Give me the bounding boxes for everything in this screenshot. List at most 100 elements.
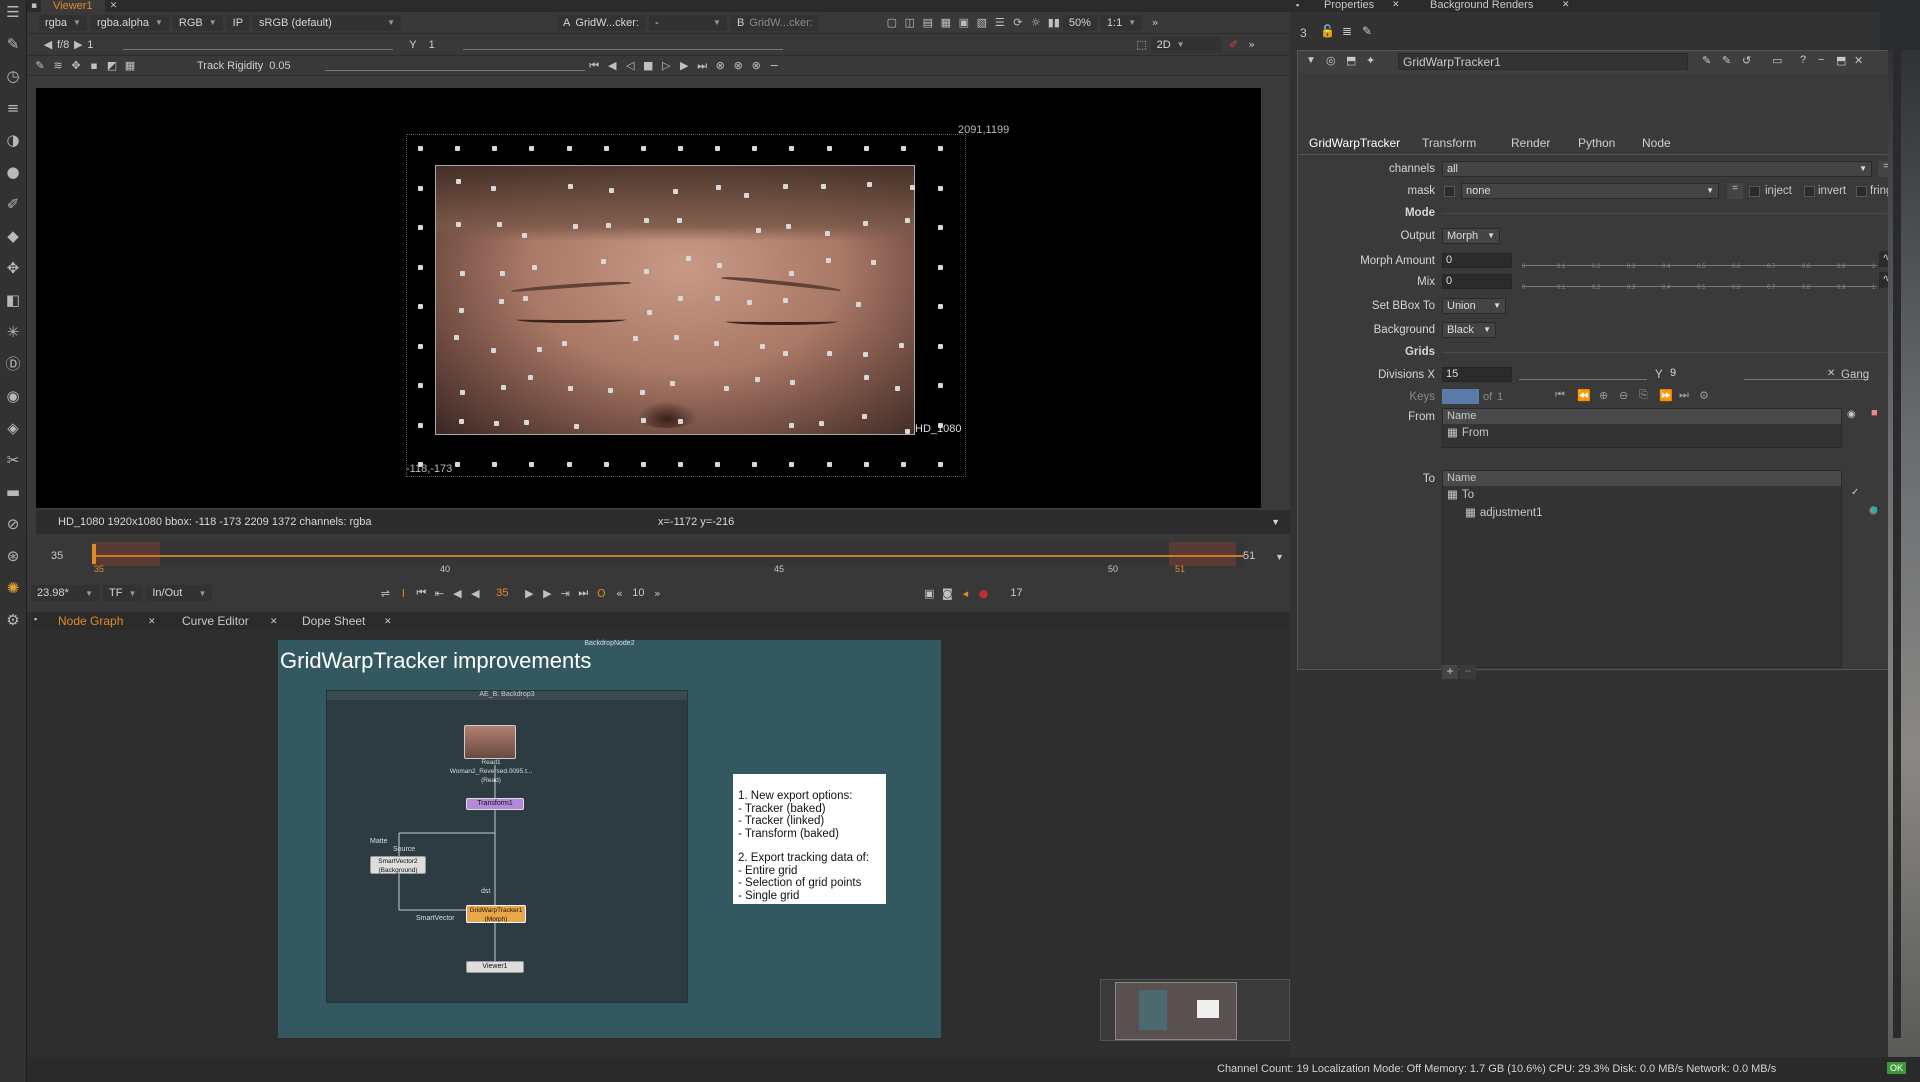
close-icon[interactable]: ✕ (384, 616, 392, 627)
grid-point[interactable] (669, 380, 675, 386)
output-dropdown[interactable]: Morph ▼ (1442, 228, 1500, 244)
grid-point[interactable] (862, 220, 868, 226)
grid-point[interactable] (501, 385, 507, 391)
particles-icon[interactable]: ✳ (3, 322, 23, 342)
grid-point[interactable] (938, 185, 943, 191)
morph-amount-field[interactable]: 0 (1442, 253, 1512, 268)
grid-point[interactable] (826, 257, 831, 263)
remove-grid-button[interactable]: − (1460, 665, 1476, 679)
toolsets-icon[interactable]: ✂ (3, 450, 23, 470)
tab-properties[interactable]: Properties (1324, 0, 1374, 11)
mask-icon[interactable]: ▣ (955, 15, 973, 31)
key-settings-icon[interactable]: ⚙ (1699, 389, 1709, 402)
mix-field[interactable]: 0 (1442, 274, 1512, 289)
grid-point[interactable] (494, 420, 500, 426)
clear-bwd-icon[interactable]: ⊗ (729, 58, 747, 74)
deep-icon[interactable]: Ⓓ (3, 354, 23, 374)
grid-point[interactable] (905, 218, 911, 224)
key-next-icon[interactable]: ⏩ (1659, 389, 1673, 402)
views-icon[interactable]: ◉ (3, 386, 23, 406)
grid-point[interactable] (566, 146, 572, 151)
color-icon[interactable]: ◑ (3, 130, 23, 150)
audio-icon[interactable]: ◂ (956, 585, 974, 601)
next-icon[interactable]: ▶ (69, 37, 87, 53)
grid-point[interactable] (453, 334, 459, 340)
grid-point[interactable] (643, 218, 649, 224)
grid-point[interactable] (862, 351, 868, 357)
input-b-dropdown[interactable]: B GridW...cker: (730, 14, 819, 31)
transform-icon[interactable]: ✥ (3, 258, 23, 278)
channels-dropdown[interactable]: all ▼ (1442, 161, 1872, 177)
grid-point[interactable] (537, 347, 543, 353)
compare-dropdown[interactable]: - ▼ (648, 14, 727, 31)
grid-point[interactable] (492, 146, 498, 151)
key-first-icon[interactable]: ⏮ (1555, 389, 1565, 402)
background-dropdown[interactable]: Black ▼ (1442, 322, 1496, 338)
grid-point[interactable] (861, 414, 867, 420)
expand-icon[interactable]: » (1146, 15, 1164, 31)
grid-point[interactable] (492, 462, 498, 467)
settings-icon[interactable]: ⚙ (3, 610, 23, 630)
paint-icon[interactable]: ✎ (3, 34, 23, 54)
grid-point[interactable] (677, 295, 683, 301)
key-last-icon[interactable]: ⏭ (1679, 389, 1689, 402)
smartvector-node[interactable]: SmartVector2 (Background) (370, 856, 426, 874)
close-icon[interactable]: ✕ (148, 616, 156, 627)
prev-key-icon[interactable]: ⇤ (430, 585, 448, 601)
grid-point[interactable] (529, 146, 535, 151)
grid-point[interactable] (498, 299, 504, 305)
mask-extra-icon[interactable]: = (1727, 183, 1743, 199)
grid-icon[interactable]: ▦ (121, 58, 139, 74)
grid-point[interactable] (895, 385, 901, 391)
chevron-down-icon[interactable]: ▼ (1271, 517, 1280, 527)
grid-point[interactable] (938, 225, 943, 230)
grid-point[interactable] (870, 260, 876, 266)
visible-icon[interactable]: ◉ (1847, 409, 1856, 420)
warp-icon[interactable]: ≋ (49, 58, 67, 74)
grid-point[interactable] (866, 181, 872, 187)
viewer-canvas[interactable]: 2091,1199 HD_1080 -118,-173 (36, 88, 1261, 508)
grid-point[interactable] (856, 302, 862, 308)
select-icon[interactable]: ◩ (103, 58, 121, 74)
input-a-dropdown[interactable]: A GridW...cker: (557, 14, 645, 31)
invert-checkbox[interactable] (1804, 186, 1815, 197)
ratio-dropdown[interactable]: 1:1 ▼ (1100, 14, 1143, 31)
viewer-node[interactable]: Viewer1 (466, 961, 524, 973)
grid-point[interactable] (456, 178, 462, 184)
gang-x-icon[interactable]: ✕ (1827, 368, 1835, 379)
tab-python[interactable]: Python (1578, 136, 1615, 150)
view-mode-dropdown[interactable]: 2D ▼ (1150, 36, 1221, 53)
chevron-down-icon[interactable]: ▼ (1275, 552, 1284, 562)
brush-icon[interactable]: ✐ (1225, 37, 1243, 53)
grid-point[interactable] (418, 185, 423, 191)
prev-frame-icon[interactable]: ◀ (448, 585, 466, 601)
bbox-dropdown[interactable]: Union ▼ (1442, 298, 1506, 314)
grid-point[interactable] (789, 146, 795, 151)
stripes-icon[interactable]: ▧ (973, 15, 991, 31)
play-icon[interactable]: ▶ (520, 585, 538, 601)
grid-point[interactable] (825, 231, 831, 237)
grid-point[interactable] (491, 185, 497, 191)
grid-point[interactable] (744, 193, 750, 199)
grid-point[interactable] (782, 350, 788, 356)
tab-background-renders[interactable]: Background Renders (1430, 0, 1533, 11)
grid-point[interactable] (497, 222, 503, 228)
current-frame[interactable]: 35 (484, 587, 520, 599)
grid-point[interactable] (938, 304, 943, 309)
mask-checkbox[interactable] (1444, 186, 1455, 197)
grid-point[interactable] (863, 374, 869, 380)
move-icon[interactable]: ✥ (67, 58, 85, 74)
grid-point[interactable] (529, 462, 535, 467)
panel-menu-icon[interactable]: ▪ (27, 0, 41, 14)
guides-icon[interactable]: ▦ (937, 15, 955, 31)
grid-point[interactable] (747, 300, 753, 306)
lut-dropdown[interactable]: sRGB (default) ▼ (253, 14, 402, 31)
pause-icon[interactable]: ▮▮ (1045, 15, 1063, 31)
grid-point[interactable] (755, 227, 761, 233)
grid-point[interactable] (716, 263, 722, 269)
lock-icon[interactable]: 🔓 (1320, 24, 1335, 38)
grid-point[interactable] (605, 223, 611, 229)
transform-node[interactable]: Transform1 (466, 798, 524, 810)
grid-point[interactable] (566, 462, 572, 467)
grid-point[interactable] (900, 146, 906, 151)
